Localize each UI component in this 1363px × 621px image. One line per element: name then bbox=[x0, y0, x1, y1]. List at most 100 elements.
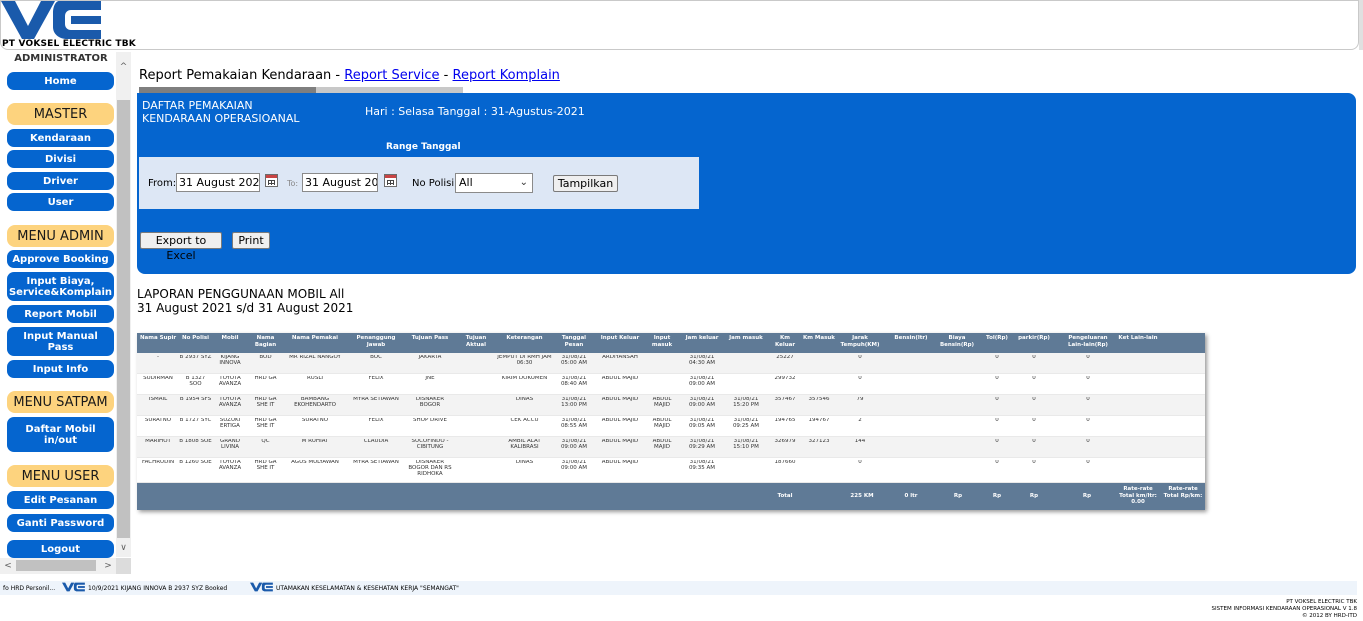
report-heading-line1: LAPORAN PENGGUNAAN MOBIL All bbox=[137, 287, 345, 301]
table-cell: TOYOTA AVANZA bbox=[218, 376, 242, 387]
table-cell: ABDUL MAJID bbox=[652, 439, 672, 450]
table-cell: MYRA SETIAWAN bbox=[353, 460, 399, 465]
table-cell: FACHRUDIN bbox=[141, 460, 175, 465]
table-cell: MYRA SETIAWAN bbox=[353, 397, 399, 402]
table-cell: 0 bbox=[858, 376, 862, 381]
sidebar-item-divisi[interactable]: Divisi bbox=[7, 150, 114, 168]
column-header: Input masuk bbox=[651, 335, 673, 348]
table-cell: SUCOFINDO - CIBITUNG bbox=[411, 439, 449, 450]
report-table: Nama Supir No Polisi Mobil Nama Bagian Nama … bbox=[137, 333, 1205, 510]
table-cell: AMBIL ALAT KALIBRASI bbox=[508, 439, 541, 450]
sidebar-item-input-manual-pass[interactable]: Input Manual Pass bbox=[7, 327, 114, 356]
column-header: Jam keluar bbox=[685, 335, 719, 341]
chevron-down-icon: ⌄ bbox=[519, 177, 528, 188]
sidebar-horizontal-scrollbar[interactable]: < > bbox=[0, 558, 116, 574]
table-cell: ABDUL MAJID bbox=[601, 439, 639, 444]
nopol-label: No Polisi: bbox=[412, 178, 458, 189]
table-cell: BOC bbox=[370, 355, 382, 360]
scroll-thumb-horizontal[interactable] bbox=[16, 560, 96, 571]
report-komplain-link[interactable]: Report Komplain bbox=[453, 68, 560, 83]
calendar-icon[interactable] bbox=[265, 174, 278, 187]
table-cell: 0 bbox=[1086, 418, 1090, 423]
calendar-icon[interactable] bbox=[384, 174, 397, 187]
table-cell: HRD GA bbox=[254, 376, 277, 381]
table-cell: MARIHOT bbox=[145, 439, 171, 444]
table-cell: SURATNO bbox=[144, 418, 172, 423]
table-cell: 0 bbox=[1032, 460, 1036, 465]
scroll-right-icon[interactable]: > bbox=[101, 558, 115, 574]
table-cell: 0 bbox=[995, 439, 999, 444]
scroll-thumb[interactable] bbox=[117, 100, 130, 538]
table-cell: 357467 bbox=[774, 397, 796, 402]
sidebar-item-input-info[interactable]: Input Info bbox=[7, 360, 114, 378]
column-header: parkir(Rp) bbox=[1018, 335, 1050, 341]
sidebar-item-driver[interactable]: Driver bbox=[7, 172, 114, 190]
sidebar-item-edit-pesanan[interactable]: Edit Pesanan bbox=[7, 491, 114, 509]
table-cell: ABDUL MAJID bbox=[601, 397, 639, 402]
column-header: Biaya Bensin(Rp) bbox=[939, 335, 975, 348]
table-cell: ISMAIL bbox=[148, 397, 168, 402]
sidebar-item-daftar-mobil[interactable]: Daftar Mobil in/out bbox=[7, 417, 114, 452]
print-button[interactable]: Print bbox=[232, 232, 270, 249]
total-label: Total bbox=[777, 493, 793, 499]
column-header: Tol(Rp) bbox=[986, 335, 1008, 341]
scroll-down-icon[interactable]: ∨ bbox=[116, 541, 131, 555]
table-cell: JEMPUT DI RMH JAM 06:30 bbox=[497, 355, 552, 366]
current-date: Hari : Selasa Tanggal : 31-Agustus-2021 bbox=[365, 105, 585, 118]
table-cell: 0 bbox=[995, 418, 999, 423]
sidebar-vertical-scrollbar[interactable]: ^ ∨ bbox=[116, 52, 131, 557]
scroll-left-icon[interactable]: < bbox=[1, 558, 15, 574]
copyright: PT VOKSEL ELECTRIC TBK SISTEM INFORMASI … bbox=[1212, 599, 1357, 620]
scroll-up-icon[interactable]: ^ bbox=[116, 60, 131, 74]
copyright-line3: © 2012 BY HRD-ITD bbox=[1302, 613, 1357, 619]
total-km: 225 KM bbox=[850, 493, 874, 499]
table-row: SURATNO B 1727 SYC SUZUKI ERTIGA HRD GA SHE… bbox=[137, 416, 1205, 437]
company-name: PT VOKSEL ELECTRIC TBK bbox=[2, 39, 136, 49]
ticker-text-2: 10/9/2021 KIJANG INNOVA B 2937 SYZ Booke… bbox=[88, 585, 228, 592]
table-cell: 0 bbox=[995, 355, 999, 360]
table-cell: QC bbox=[261, 439, 270, 444]
nopol-select[interactable]: All ⌄ bbox=[455, 173, 533, 193]
table-cell: B 1808 SOE bbox=[179, 439, 212, 444]
table-cell: 31/08/21 09:35 AM bbox=[688, 460, 716, 471]
tampilkan-button[interactable]: Tampilkan bbox=[553, 175, 618, 192]
to-date-input[interactable]: 31 August 2021 bbox=[302, 173, 378, 192]
sidebar-item-report-mobil[interactable]: Report Mobil bbox=[7, 305, 114, 323]
sidebar-item-logout[interactable]: Logout bbox=[7, 540, 114, 558]
table-cell: 0 bbox=[858, 460, 862, 465]
sidebar-item-approve-booking[interactable]: Approve Booking bbox=[7, 250, 114, 268]
table-cell: KIJANG INNOVA bbox=[219, 355, 241, 366]
table-cell: 31/08/21 09:00 AM bbox=[560, 439, 588, 450]
table-cell: CLAUDIA bbox=[363, 439, 389, 444]
sidebar-item-kendaraan[interactable]: Kendaraan bbox=[7, 129, 114, 147]
table-cell: 31/08/21 13:00 PM bbox=[561, 397, 587, 408]
table-cell: 31/08/21 05:00 AM bbox=[560, 355, 588, 366]
table-cell: JNE bbox=[425, 376, 435, 381]
table-cell: 31/08/21 09:00 AM bbox=[560, 460, 588, 471]
table-cell: 0 bbox=[1032, 355, 1036, 360]
table-cell: CEK ACCU bbox=[510, 418, 539, 423]
table-cell: DISNAKER BOGOR bbox=[415, 397, 445, 408]
table-header-row: Nama Supir No Polisi Mobil Nama Bagian Nama … bbox=[137, 333, 1205, 353]
table-cell: 31/08/21 09:29 AM bbox=[688, 439, 716, 450]
table-cell: AGUS MULYAWAN bbox=[291, 460, 339, 465]
column-header: Ket Lain-lain bbox=[1118, 335, 1158, 341]
sidebar-item-home[interactable]: Home bbox=[7, 72, 114, 90]
company-logo bbox=[1, 1, 101, 39]
table-cell: - bbox=[157, 355, 159, 360]
export-excel-button[interactable]: Export to Excel bbox=[140, 232, 222, 262]
sidebar-item-user[interactable]: User bbox=[7, 193, 114, 211]
table-cell: RUSLI bbox=[306, 376, 324, 381]
sidebar-item-ganti-password[interactable]: Ganti Password bbox=[7, 514, 114, 532]
menu-satpam-header: MENU SATPAM bbox=[7, 391, 114, 413]
info-ticker: fo HRD Personil... 10/9/2021 KIJANG INNO… bbox=[0, 581, 1357, 595]
from-date-input[interactable]: 31 August 2021 bbox=[176, 173, 260, 192]
column-header: Km Keluar bbox=[774, 335, 796, 348]
sidebar-item-input-biaya[interactable]: Input Biaya, Service&Komplain bbox=[7, 272, 114, 301]
sidebar-admin-label: ADMINISTRATOR bbox=[14, 54, 108, 63]
report-service-link[interactable]: Report Service bbox=[344, 68, 439, 83]
avg-rp-km: Rate-rate Total Rp/km: bbox=[1163, 486, 1203, 499]
column-header: Tanggal Pesan bbox=[561, 335, 587, 348]
table-cell: KIRIM DOKUMEN bbox=[501, 376, 548, 381]
report-heading: LAPORAN PENGGUNAAN MOBIL All 31 August 2… bbox=[137, 287, 353, 315]
